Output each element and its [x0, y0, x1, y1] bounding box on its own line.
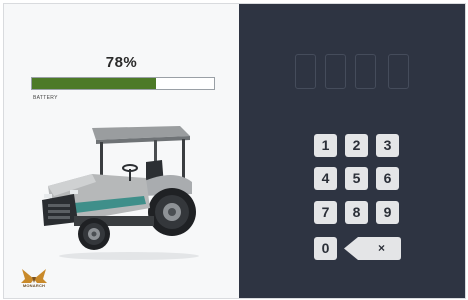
screen-frame: 78% BATTERY MONARCH 1 2 3 4 5 6 7 8 9 0 … [3, 3, 466, 299]
key-8[interactable]: 8 [345, 201, 368, 224]
backspace-x-icon: × [377, 241, 385, 255]
pin-digit-4 [388, 54, 409, 89]
tractor-image [42, 126, 199, 260]
pin-digit-1 [295, 54, 316, 89]
battery-bar-fill [32, 78, 156, 89]
pin-digit-2 [325, 54, 346, 89]
pin-digit-3 [355, 54, 376, 89]
monarch-wing-icon [21, 269, 47, 283]
battery-bar [31, 77, 215, 90]
key-3[interactable]: 3 [376, 134, 399, 157]
status-panel: 78% BATTERY MONARCH [4, 4, 239, 298]
key-2[interactable]: 2 [345, 134, 368, 157]
backspace-button[interactable]: × [344, 237, 401, 260]
key-7[interactable]: 7 [314, 201, 337, 224]
key-4[interactable]: 4 [314, 167, 337, 190]
battery-percentage: 78% [105, 54, 138, 71]
battery-label: BATTERY [33, 95, 58, 101]
key-5[interactable]: 5 [345, 167, 368, 190]
key-9[interactable]: 9 [376, 201, 399, 224]
key-0[interactable]: 0 [314, 237, 337, 260]
brand-name: MONARCH [22, 283, 46, 288]
key-1[interactable]: 1 [314, 134, 337, 157]
key-6[interactable]: 6 [376, 167, 399, 190]
